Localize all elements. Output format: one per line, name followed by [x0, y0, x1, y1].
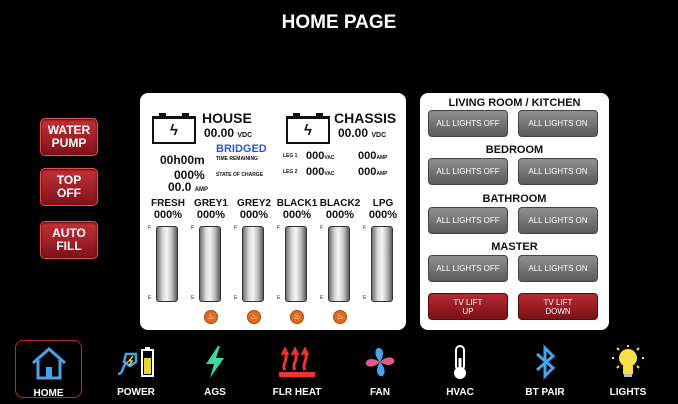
chassis-voltage: 00.00 VDC [338, 126, 387, 140]
nav-ags-label: AGS [204, 387, 226, 398]
tank-gauge [199, 226, 221, 302]
tv-lift-up-button[interactable]: TV LIFT UP [428, 293, 508, 320]
lightbulb-icon [612, 345, 644, 377]
leg2-amp: 000AMP [358, 166, 388, 178]
bathroom-all-lights-on-button[interactable]: ALL LIGHTS ON [518, 207, 598, 234]
nav-home-label: HOME [33, 388, 64, 399]
tank-lpg: LPG 000% FE [363, 198, 398, 302]
chassis-label: CHASSIS [334, 110, 397, 126]
tv-lift-down-button[interactable]: TV LIFT DOWN [518, 293, 598, 320]
nav-fan[interactable]: FAN [340, 340, 420, 398]
water-pump-button[interactable]: WATER PUMP [40, 118, 98, 156]
house-label: HOUSE [202, 110, 252, 126]
power-icon [117, 347, 154, 377]
room-title-bedroom: BEDROOM [485, 144, 544, 156]
bedroom-all-lights-off-button[interactable]: ALL LIGHTS OFF [428, 158, 508, 185]
grey2-heat-icon[interactable]: ♨ [247, 310, 261, 324]
nav-home[interactable]: HOME [15, 340, 82, 399]
nav-lights-label: LIGHTS [609, 387, 647, 398]
bedroom-all-lights-on-button[interactable]: ALL LIGHTS ON [518, 158, 598, 185]
time-remaining-value: 00h00m [160, 153, 205, 167]
master-all-lights-off-button[interactable]: ALL LIGHTS OFF [428, 255, 508, 282]
leg2-vac: 000VAC [306, 166, 335, 178]
nav-fan-label: FAN [370, 387, 390, 398]
bluetooth-icon [536, 344, 556, 380]
auto-fill-button[interactable]: AUTO FILL [40, 221, 98, 259]
nav-power-label: POWER [117, 387, 155, 398]
bridged-status: BRIDGED [216, 143, 267, 155]
tank-gauge [242, 226, 264, 302]
tank-grey1: GREY1 000% FE [191, 198, 228, 302]
tank-fresh: FRESH 000% FE [148, 198, 185, 302]
tank-grey2: GREY2 000% FE [234, 198, 271, 302]
room-title-bathroom: BATHROOM [482, 193, 547, 205]
house-battery-icon: ϟ [152, 113, 196, 144]
tank-gauge [328, 226, 350, 302]
state-of-charge-label: STATE OF CHARGE [216, 172, 264, 178]
leg2-label: LEG 2 [283, 169, 298, 175]
room-title-master: MASTER [491, 241, 538, 253]
leg1-vac: 000VAC [306, 150, 335, 162]
house-amps: 00.0 AMP [168, 180, 209, 194]
tank-black1: BLACK1 000% FE [276, 198, 318, 302]
black1-heat-icon[interactable]: ♨ [290, 310, 304, 324]
bathroom-all-lights-off-button[interactable]: ALL LIGHTS OFF [428, 207, 508, 234]
nav-bt-pair[interactable]: BT PAIR [505, 340, 585, 398]
nav-floor-heat[interactable]: FLR HEAT [257, 340, 337, 398]
chassis-battery-icon: ϟ [286, 113, 330, 144]
home-icon [31, 347, 66, 380]
nav-floor-heat-label: FLR HEAT [272, 387, 322, 398]
page-title: HOME PAGE [281, 12, 397, 33]
grey1-heat-icon[interactable]: ♨ [204, 310, 218, 324]
floor-heat-icon [279, 346, 315, 377]
lightning-icon [206, 346, 224, 378]
thermometer-icon [454, 345, 466, 379]
black2-heat-icon[interactable]: ♨ [333, 310, 347, 324]
leg1-label: LEG 1 [283, 153, 298, 159]
lights-panel: LIVING ROOM / KITCHEN ALL LIGHTS OFF ALL… [420, 93, 609, 330]
time-remaining-label: TIME REMAINING [216, 156, 258, 162]
nav-hvac-label: HVAC [446, 387, 474, 398]
top-off-button[interactable]: TOP OFF [40, 168, 98, 206]
tank-gauge [371, 226, 393, 302]
nav-bt-pair-label: BT PAIR [525, 387, 565, 398]
living-all-lights-off-button[interactable]: ALL LIGHTS OFF [428, 110, 508, 137]
nav-lights[interactable]: LIGHTS [588, 340, 668, 398]
living-all-lights-on-button[interactable]: ALL LIGHTS ON [518, 110, 598, 137]
master-all-lights-on-button[interactable]: ALL LIGHTS ON [518, 255, 598, 282]
tank-black2: BLACK2 000% FE [319, 198, 361, 302]
nav-power[interactable]: POWER [96, 340, 176, 398]
nav-hvac[interactable]: HVAC [420, 340, 500, 398]
tank-gauge [285, 226, 307, 302]
house-voltage: 00.00 VDC [204, 126, 253, 140]
nav-ags[interactable]: AGS [175, 340, 255, 398]
fan-icon [365, 347, 395, 377]
tank-gauge [156, 226, 178, 302]
leg1-amp: 000AMP [358, 150, 388, 162]
room-title-living: LIVING ROOM / KITCHEN [448, 97, 581, 109]
